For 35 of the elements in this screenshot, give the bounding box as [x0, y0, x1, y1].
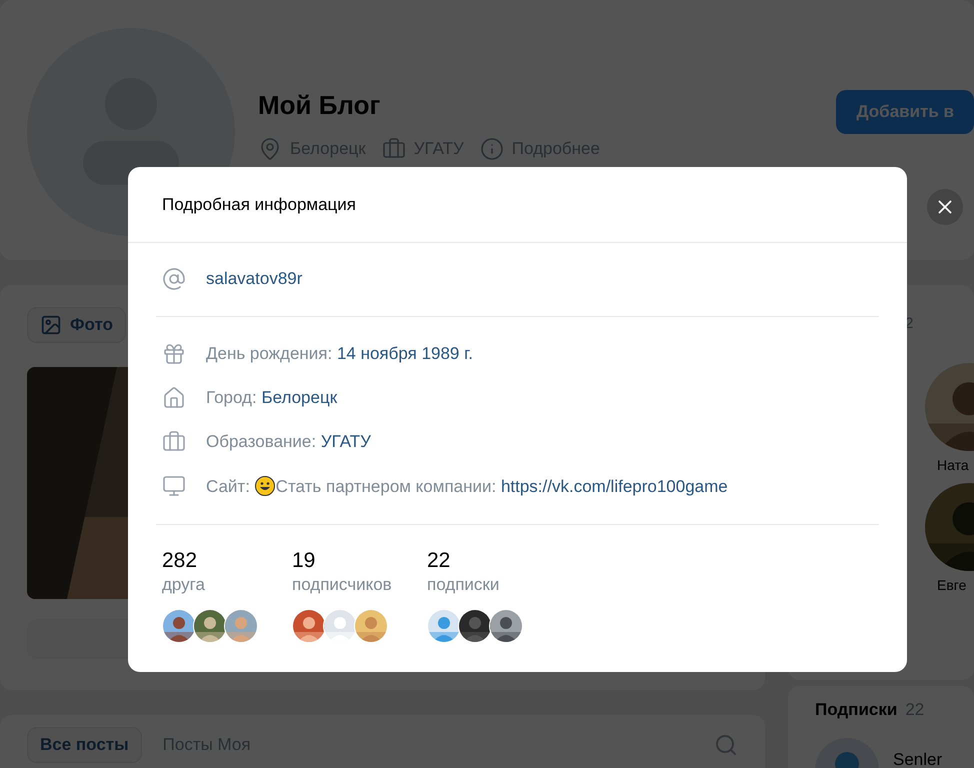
subscriptions-title: Подписки: [815, 700, 898, 720]
subscription-name[interactable]: Senler: [893, 750, 942, 768]
stat-label[interactable]: подписчиков: [292, 575, 427, 595]
stat-count[interactable]: 282: [162, 549, 292, 573]
username-link[interactable]: salavatov89r: [206, 269, 302, 288]
gift-icon: [162, 342, 186, 366]
monitor-icon: [162, 474, 186, 498]
stat-label[interactable]: друга: [162, 575, 292, 595]
house-icon: [162, 386, 186, 410]
briefcase-icon: [382, 137, 406, 161]
detail-link[interactable]: УГАТУ: [320, 432, 371, 451]
stat-label[interactable]: подписки: [427, 575, 523, 595]
detail-text: День рождения: 14 ноября 1989 г.: [206, 344, 473, 364]
image-icon: [40, 314, 62, 336]
detail-link[interactable]: Белорецк: [261, 388, 338, 407]
detail-link[interactable]: https://vk.com/lifepro100game: [500, 476, 728, 496]
smiley-icon: [254, 476, 275, 496]
photos-tab[interactable]: Фото: [27, 307, 126, 343]
detail-text: Город: Белорецк: [206, 388, 338, 408]
location-pin-icon: [258, 137, 282, 161]
detail-text: Образование: УГАТУ: [206, 432, 371, 452]
info-icon: [480, 137, 504, 161]
add-button[interactable]: Добавить в: [836, 90, 974, 134]
profile-name: Мой Блог: [258, 90, 382, 121]
detail-text: Сайт: Стать партнером компании: https://vk.com/lifepro100game: [206, 476, 728, 496]
posts-tab[interactable]: Все посты: [27, 727, 142, 763]
friend-name[interactable]: Ната: [937, 457, 969, 473]
detail-link[interactable]: 14 ноября 1989 г.: [336, 344, 473, 363]
modal-title: Подробная информация: [162, 194, 356, 214]
briefcase-icon: [162, 430, 186, 454]
friend-name[interactable]: Евге: [937, 577, 966, 593]
at-sign-icon: [162, 267, 186, 291]
magnifier-glyph: [714, 733, 738, 757]
stat-count[interactable]: 22: [427, 549, 523, 573]
stat-count[interactable]: 19: [292, 549, 427, 573]
